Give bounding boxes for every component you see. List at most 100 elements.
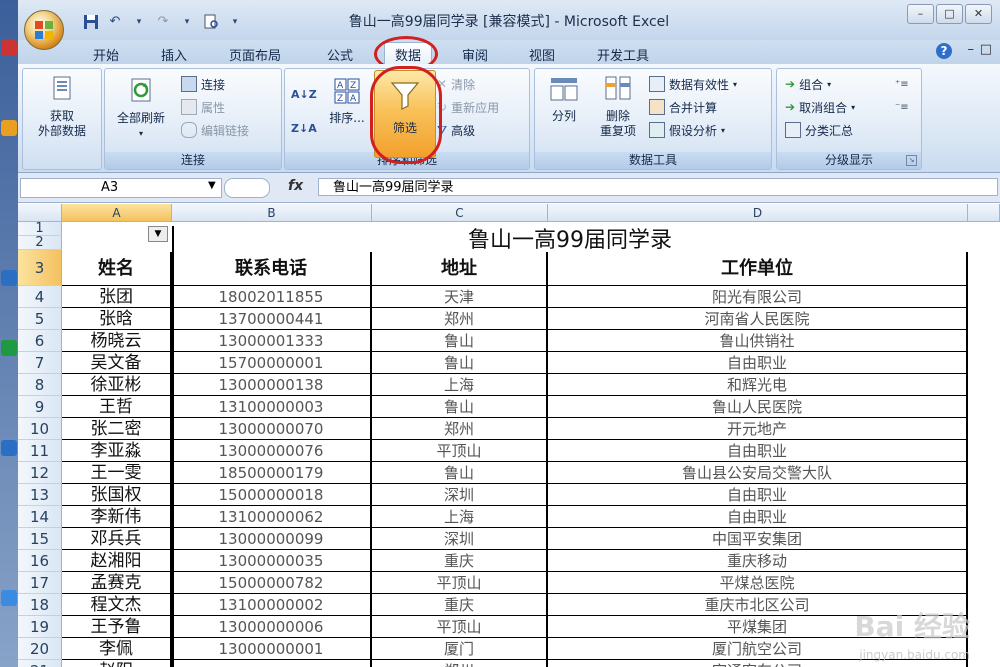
row-header[interactable]: 3	[18, 250, 62, 286]
table-cell[interactable]: 13000000035	[172, 550, 372, 572]
refresh-all-button[interactable]: 全部刷新 ▾	[109, 77, 173, 141]
table-cell[interactable]: 张晗	[62, 308, 172, 330]
table-cell[interactable]: 重庆	[372, 550, 548, 572]
table-cell[interactable]: 平顶山	[372, 616, 548, 638]
row-header[interactable]: 17	[18, 572, 62, 594]
table-cell[interactable]: 深圳	[372, 528, 548, 550]
edit-links-button[interactable]: 编辑链接	[181, 121, 249, 139]
tab-developer[interactable]: 开发工具	[597, 45, 649, 64]
row-header[interactable]: 6	[18, 330, 62, 352]
table-cell[interactable]: 张国权	[62, 484, 172, 506]
table-cell[interactable]: 李亚淼	[62, 440, 172, 462]
table-cell[interactable]: 张二密	[62, 418, 172, 440]
select-all-corner[interactable]	[18, 204, 62, 222]
row-header[interactable]: 10	[18, 418, 62, 440]
office-button[interactable]	[24, 10, 64, 50]
sort-descending-button[interactable]: Z↓A	[291, 119, 317, 137]
table-cell[interactable]: 15000000018	[172, 484, 372, 506]
table-cell[interactable]: 厦门	[372, 638, 548, 660]
table-cell[interactable]: 李佩	[62, 638, 172, 660]
table-cell[interactable]: 赵阳	[62, 660, 172, 667]
column-header-e[interactable]	[968, 204, 1000, 222]
data-validation-button[interactable]: 数据有效性 ▾	[649, 75, 737, 93]
row-header[interactable]: 16	[18, 550, 62, 572]
tab-view[interactable]: 视图	[529, 45, 555, 64]
table-cell[interactable]: 阳光有限公司	[548, 286, 968, 308]
table-cell[interactable]: 13100000002	[172, 594, 372, 616]
row-header[interactable]: 4	[18, 286, 62, 308]
help-icon[interactable]: ?	[936, 43, 952, 59]
row-header[interactable]: 19	[18, 616, 62, 638]
row-header[interactable]: 20	[18, 638, 62, 660]
consolidate-button[interactable]: 合并计算	[649, 98, 717, 116]
table-cell[interactable]: 鲁山人民医院	[548, 396, 968, 418]
table-cell[interactable]: 孟赛克	[62, 572, 172, 594]
table-cell[interactable]: 自由职业	[548, 506, 968, 528]
row-header[interactable]: 21	[18, 660, 62, 667]
table-cell[interactable]: 上海	[372, 374, 548, 396]
close-button[interactable]: ✕	[965, 4, 992, 24]
table-cell[interactable]: 赵湘阳	[62, 550, 172, 572]
column-header-b[interactable]: B	[172, 204, 372, 222]
row-header[interactable]: 1	[18, 222, 62, 236]
table-cell[interactable]: 张团	[62, 286, 172, 308]
group-button[interactable]: ➔ 组合 ▾	[785, 75, 831, 93]
sheet-title-cell[interactable]: 鲁山一高99届同学录	[172, 226, 968, 256]
advanced-filter-button[interactable]: ⛛ 高级	[437, 121, 475, 139]
table-cell[interactable]: 重庆	[372, 594, 548, 616]
tab-home[interactable]: 开始	[93, 45, 119, 64]
table-cell[interactable]: 鲁山县公安局交警大队	[548, 462, 968, 484]
table-cell[interactable]: 鲁山供销社	[548, 330, 968, 352]
header-cell[interactable]: 工作单位	[548, 252, 968, 286]
table-cell[interactable]: 鲁山	[372, 352, 548, 374]
tab-page-layout[interactable]: 页面布局	[229, 45, 281, 64]
table-cell[interactable]: 鲁山	[372, 330, 548, 352]
autofilter-dropdown-icon[interactable]: ▼	[148, 226, 168, 242]
table-cell[interactable]: 15000000782	[172, 572, 372, 594]
table-cell[interactable]: 自由职业	[548, 352, 968, 374]
table-cell[interactable]: 13100000062	[172, 506, 372, 528]
connections-button[interactable]: 连接	[181, 75, 225, 93]
row-header[interactable]: 2	[18, 236, 62, 250]
table-cell[interactable]: 郑州	[372, 418, 548, 440]
table-cell[interactable]: 13000000099	[172, 528, 372, 550]
table-cell[interactable]: 天津	[372, 286, 548, 308]
table-cell[interactable]: 程文杰	[62, 594, 172, 616]
table-cell[interactable]: 15700000001	[172, 352, 372, 374]
column-header-c[interactable]: C	[372, 204, 548, 222]
insert-function-icon[interactable]: fx	[288, 178, 303, 194]
table-cell[interactable]: 杨晓云	[62, 330, 172, 352]
table-cell[interactable]: 鲁山	[372, 396, 548, 418]
name-box-dropdown-icon[interactable]: ▼	[208, 180, 216, 191]
row-header[interactable]: 18	[18, 594, 62, 616]
table-cell[interactable]: 李新伟	[62, 506, 172, 528]
table-cell[interactable]: 13000000006	[172, 616, 372, 638]
show-detail-icon[interactable]: ⁺≡	[895, 75, 909, 93]
row-header[interactable]: 7	[18, 352, 62, 374]
table-cell[interactable]: 平顶山	[372, 440, 548, 462]
table-cell[interactable]: 深圳	[372, 484, 548, 506]
formula-expand-handle[interactable]	[224, 178, 270, 198]
header-cell[interactable]: 姓名	[62, 252, 172, 286]
remove-duplicates-button[interactable]: 删除 重复项	[593, 75, 643, 139]
ungroup-button[interactable]: ➔ 取消组合 ▾	[785, 98, 855, 116]
header-cell[interactable]: 地址	[372, 252, 548, 286]
maximize-button[interactable]: □	[936, 4, 963, 24]
properties-button[interactable]: 属性	[181, 98, 225, 116]
hide-detail-icon[interactable]: ⁻≡	[895, 98, 909, 116]
table-cell[interactable]: 徐亚彬	[62, 374, 172, 396]
row-header[interactable]: 15	[18, 528, 62, 550]
table-cell[interactable]	[172, 660, 372, 667]
table-cell[interactable]: 中国平安集团	[548, 528, 968, 550]
table-cell[interactable]: 13000000076	[172, 440, 372, 462]
sort-button[interactable]: AZZA 排序...	[321, 77, 373, 126]
table-cell[interactable]: 13000001333	[172, 330, 372, 352]
tab-formulas[interactable]: 公式	[327, 45, 353, 64]
get-external-data-button[interactable]: 获取 外部数据	[27, 75, 97, 139]
sort-ascending-button[interactable]: A↓Z	[291, 85, 317, 103]
header-cell[interactable]: 联系电话	[172, 252, 372, 286]
dialog-launcher-icon[interactable]: ↘	[906, 155, 917, 166]
tab-review[interactable]: 审阅	[462, 45, 488, 64]
table-cell[interactable]: 上海	[372, 506, 548, 528]
table-cell[interactable]: 13000000138	[172, 374, 372, 396]
